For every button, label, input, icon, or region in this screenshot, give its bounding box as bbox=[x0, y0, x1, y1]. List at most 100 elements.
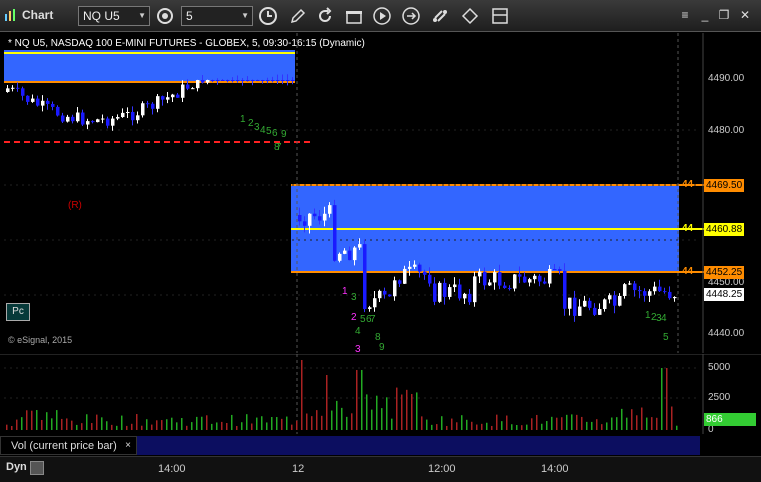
candle-body bbox=[231, 80, 235, 81]
volume-bar bbox=[211, 423, 213, 430]
clock-icon[interactable] bbox=[258, 6, 278, 26]
candle-body bbox=[276, 80, 280, 81]
price-chart[interactable]: 1 2 3 4 5 6789123345 67891 2 3 45 bbox=[0, 33, 761, 353]
volume-bar bbox=[446, 425, 448, 430]
chevron-down-icon[interactable]: ▼ bbox=[241, 11, 249, 20]
link-icon[interactable] bbox=[430, 6, 450, 26]
candle-body bbox=[503, 285, 507, 289]
volume-bar bbox=[666, 368, 668, 430]
candle-body bbox=[398, 280, 402, 284]
gift-icon[interactable] bbox=[344, 6, 364, 26]
settings-icon[interactable] bbox=[155, 6, 175, 26]
copyright: © eSignal, 2015 bbox=[8, 335, 73, 345]
volume-bar bbox=[576, 414, 578, 430]
volume-bar bbox=[221, 421, 223, 430]
pencil-icon[interactable] bbox=[288, 6, 308, 26]
candle-body bbox=[71, 116, 75, 122]
refresh-icon[interactable] bbox=[315, 6, 335, 26]
vol-y-tick: 5000 bbox=[708, 362, 731, 373]
volume-bar bbox=[676, 425, 678, 430]
volume-bar bbox=[626, 417, 628, 430]
minimize-icon[interactable]: _ bbox=[696, 6, 714, 24]
candle-body bbox=[136, 115, 140, 121]
volume-bar bbox=[286, 416, 288, 430]
tag-icon[interactable] bbox=[460, 6, 480, 26]
volume-bar bbox=[96, 414, 98, 430]
sequence-count: 7 bbox=[370, 314, 376, 325]
volume-bar bbox=[526, 424, 528, 430]
candle-body bbox=[638, 290, 642, 292]
candle-body bbox=[226, 80, 230, 81]
volume-bar bbox=[551, 416, 553, 430]
candle-body bbox=[478, 271, 482, 277]
volume-bar bbox=[521, 425, 523, 430]
candle-body bbox=[261, 80, 265, 81]
candle-body bbox=[508, 288, 512, 290]
level-label: 44 bbox=[682, 223, 694, 234]
symbol-input[interactable]: NQ U5 ▼ bbox=[78, 6, 150, 26]
candle-body bbox=[628, 283, 632, 285]
chevron-down-icon[interactable]: ▼ bbox=[138, 11, 146, 20]
interval-input[interactable]: 5 ▼ bbox=[181, 6, 253, 26]
volume-bar bbox=[36, 410, 38, 430]
volume-bar bbox=[656, 417, 658, 430]
volume-bar bbox=[61, 418, 63, 430]
candle-body bbox=[201, 80, 205, 83]
volume-bar bbox=[311, 416, 313, 430]
volume-chart[interactable] bbox=[0, 354, 761, 434]
candle-body bbox=[161, 96, 165, 100]
volume-bar bbox=[91, 423, 93, 430]
volume-bar bbox=[556, 417, 558, 430]
close-icon[interactable]: ✕ bbox=[736, 6, 754, 24]
volume-bar bbox=[301, 360, 303, 430]
volume-bar bbox=[661, 368, 663, 430]
dyn-label[interactable]: Dyn bbox=[6, 461, 27, 473]
pc-button[interactable]: Pc bbox=[6, 303, 30, 321]
candle-body bbox=[281, 80, 285, 81]
volume-bar bbox=[606, 422, 608, 430]
volume-bar bbox=[271, 416, 273, 430]
candle-body bbox=[543, 281, 547, 284]
candle-body bbox=[56, 106, 60, 116]
volume-bar bbox=[101, 417, 103, 430]
candle-body bbox=[668, 291, 672, 299]
candle-body bbox=[121, 112, 125, 118]
menu-icon[interactable]: ≡ bbox=[676, 6, 694, 24]
volume-bar bbox=[366, 394, 368, 430]
volume-panel-label[interactable]: Vol (current price bar) × bbox=[0, 436, 137, 455]
restore-icon[interactable]: ❐ bbox=[715, 6, 733, 24]
volume-bar bbox=[26, 410, 28, 430]
swap-icon[interactable] bbox=[401, 6, 421, 26]
candle-body bbox=[166, 97, 170, 100]
volume-bar bbox=[51, 418, 53, 430]
volume-bar bbox=[631, 409, 633, 430]
sequence-count: 9 bbox=[379, 342, 385, 353]
candle-body bbox=[358, 244, 362, 248]
volume-bar bbox=[546, 421, 548, 430]
candle-body bbox=[563, 270, 567, 309]
volume-bar bbox=[46, 412, 48, 430]
sequence-count: 4 bbox=[355, 326, 361, 337]
play-icon[interactable] bbox=[372, 6, 392, 26]
sequence-count: 1 bbox=[240, 114, 246, 125]
volume-bar bbox=[436, 424, 438, 430]
volume-bar bbox=[146, 419, 148, 430]
volume-bar bbox=[86, 414, 88, 430]
volume-bar bbox=[486, 422, 488, 430]
time-axis[interactable]: Dyn 14:00 12 12:00 14:00 bbox=[0, 456, 761, 482]
lock-icon[interactable] bbox=[30, 461, 44, 475]
candle-body bbox=[363, 244, 367, 309]
volume-bar bbox=[401, 394, 403, 430]
volume-scroll-strip[interactable] bbox=[137, 436, 700, 455]
candle-body bbox=[126, 111, 130, 113]
layout-icon[interactable] bbox=[490, 6, 510, 26]
candle-body bbox=[608, 295, 612, 300]
candle-body bbox=[318, 216, 322, 221]
candle-body bbox=[428, 274, 432, 284]
candle-body bbox=[298, 215, 302, 222]
x-tick: 14:00 bbox=[158, 463, 186, 475]
close-icon[interactable]: × bbox=[125, 437, 131, 455]
volume-bar bbox=[246, 414, 248, 430]
candle-body bbox=[408, 266, 412, 269]
candle-body bbox=[61, 115, 65, 122]
